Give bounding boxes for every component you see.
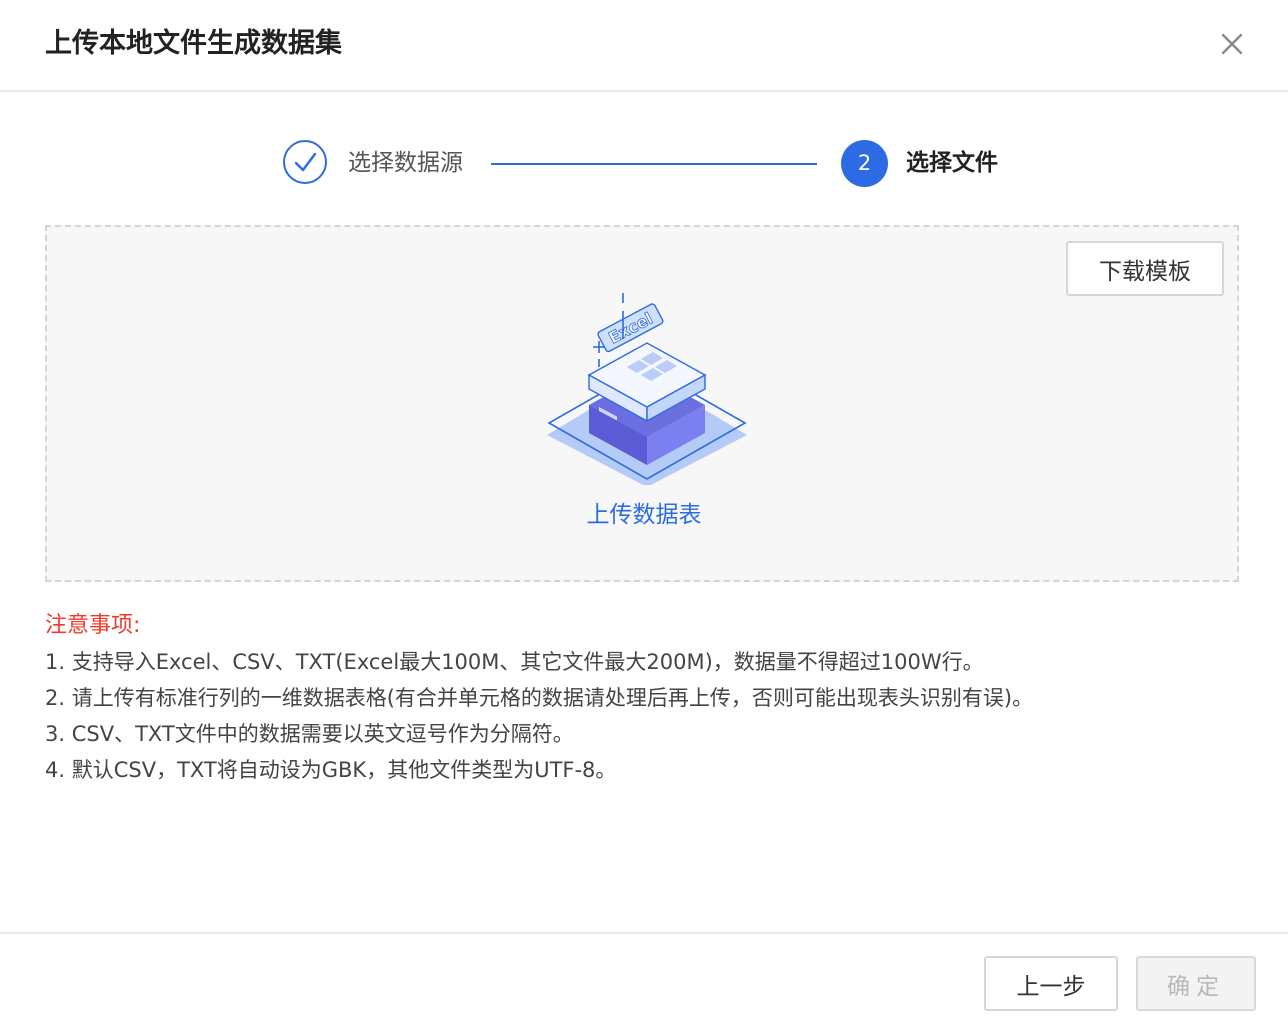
step-1-circle (283, 140, 327, 184)
dialog-header: 上传本地文件生成数据集 (0, 0, 1288, 92)
upload-data-table-label[interactable]: 上传数据表 (47, 497, 1241, 533)
step-2-label: 选择文件 (906, 150, 998, 176)
step-1-label: 选择数据源 (348, 150, 463, 176)
confirm-button[interactable]: 确定 (1136, 956, 1256, 1011)
note-item: 3. CSV、TXT文件中的数据需要以英文逗号作为分隔符。 (45, 722, 574, 746)
note-item: 4. 默认CSV，TXT将自动设为GBK，其他文件类型为UTF-8。 (45, 758, 617, 782)
file-drop-zone[interactable]: 下载模板 Excel 上传数据表 (45, 225, 1239, 582)
download-template-button[interactable]: 下载模板 (1066, 241, 1224, 296)
close-button[interactable] (1212, 24, 1252, 64)
note-item: 1. 支持导入Excel、CSV、TXT(Excel最大100M、其它文件最大2… (45, 650, 984, 674)
check-icon (294, 152, 317, 172)
step-2-circle: 2 (841, 140, 888, 187)
note-item: 2. 请上传有标准行列的一维数据表格(有合并单元格的数据请处理后再上传，否则可能… (45, 686, 1034, 710)
step-connector (491, 163, 817, 165)
notes-title: 注意事项: (45, 613, 141, 638)
previous-step-button[interactable]: 上一步 (984, 956, 1118, 1011)
notes-section: 注意事项: 1. 支持导入Excel、CSV、TXT(Excel最大100M、其… (45, 608, 1245, 788)
upload-dataset-dialog: 上传本地文件生成数据集 选择数据源 2 选择文件 下载模板 Excel 上传数据… (0, 0, 1288, 1028)
excel-upload-illustration: Excel (547, 293, 747, 485)
close-icon (1221, 33, 1243, 55)
step-indicator: 选择数据源 2 选择文件 (0, 120, 1288, 210)
dialog-footer: 上一步 确定 (0, 932, 1288, 1028)
dialog-title: 上传本地文件生成数据集 (45, 28, 342, 59)
